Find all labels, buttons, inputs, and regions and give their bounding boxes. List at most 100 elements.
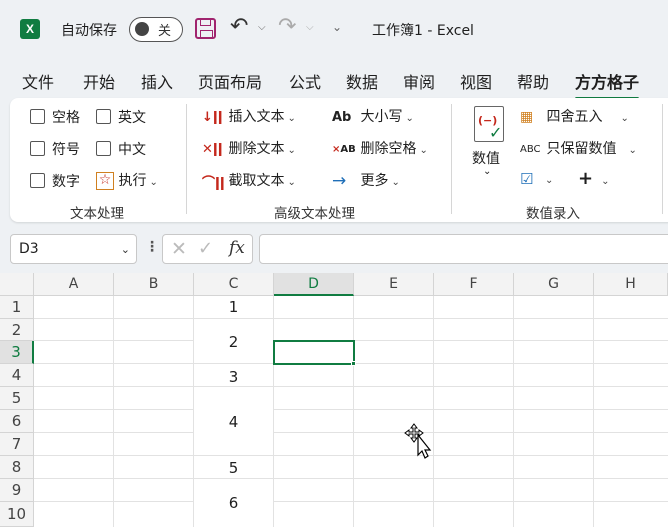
insert-text-icon: ↓ǀǀ — [202, 109, 223, 125]
redo-dropdown-chevron-icon[interactable]: ⌵ — [306, 22, 314, 33]
tab-data[interactable]: 数据 — [346, 69, 378, 93]
more-button[interactable]: → 更多 ⌄ — [332, 170, 400, 191]
advanced-text-group-label: 高级文本处理 — [274, 206, 355, 222]
value-button[interactable]: (−) ✓ 数值 ⌄ — [469, 106, 511, 186]
chevron-down-icon[interactable]: ⌄ — [121, 243, 130, 256]
chevron-down-icon: ⌄ — [287, 113, 296, 124]
chevron-down-icon: ⌄ — [287, 177, 296, 188]
autosave-state: 关 — [158, 24, 172, 39]
formula-actions: ✕ ✓ fx — [162, 234, 253, 264]
ribbon-panel: 空格 英文 符号 中文 数字 ☆ 执行 ⌄ 文本处理 ↓ǀǀ 插入文本 ⌄ ✕ǀǀ … — [10, 98, 668, 222]
tab-formulas[interactable]: 公式 — [289, 69, 321, 93]
rounding-button[interactable]: ▦ 四舍五入 ⌄ — [520, 106, 629, 126]
chevron-down-icon: ⌄ — [391, 177, 400, 188]
column-header-d[interactable]: D — [274, 273, 354, 296]
chinese-checkbox[interactable] — [96, 141, 111, 156]
row-header-2[interactable]: 2 — [0, 319, 34, 341]
row-header-7[interactable]: 7 — [0, 433, 34, 456]
spreadsheet-grid[interactable]: A B C D E F G H 1 2 3 4 5 6 7 8 9 10 1 2… — [0, 273, 668, 527]
tab-help[interactable]: 帮助 — [517, 69, 549, 93]
space-checkbox[interactable] — [30, 109, 45, 124]
plus-button[interactable]: + ⌄ — [578, 168, 609, 189]
column-header-c[interactable]: C — [194, 273, 274, 296]
customize-toolbar-icon[interactable]: ⌄ — [332, 20, 342, 34]
redo-icon[interactable]: ↷ — [278, 14, 296, 39]
cell-c4[interactable]: 4 — [194, 413, 273, 431]
chevron-down-icon: ⌄ — [483, 166, 492, 177]
formula-input[interactable] — [259, 234, 668, 264]
tab-fangfanggezi[interactable]: 方方格子 — [575, 69, 640, 100]
case-button[interactable]: Ab 大小写 ⌄ — [332, 106, 414, 126]
symbol-checkbox[interactable] — [30, 141, 45, 156]
grid-line — [34, 340, 193, 341]
row-header-4[interactable]: 4 — [0, 364, 34, 387]
autosave-toggle[interactable]: 关 — [129, 17, 183, 42]
cell-c1[interactable]: 1 — [194, 298, 273, 316]
column-header-a[interactable]: A — [34, 273, 114, 296]
tab-file[interactable]: 文件 — [22, 69, 54, 93]
remove-spaces-button[interactable]: ×AB 删除空格 ⌄ — [332, 138, 428, 158]
column-header-b[interactable]: B — [114, 273, 194, 296]
number-entry-group-label: 数值录入 — [526, 206, 580, 222]
chevron-down-icon: ⌄ — [287, 145, 296, 156]
save-icon[interactable] — [195, 18, 216, 39]
cell-c5[interactable]: 5 — [194, 459, 273, 477]
insert-text-button[interactable]: ↓ǀǀ 插入文本 ⌄ — [202, 106, 296, 126]
keep-values-label: 只保留数值 — [546, 141, 617, 157]
delete-text-button[interactable]: ✕ǀǀ 删除文本 ⌄ — [202, 138, 296, 158]
undo-dropdown-chevron-icon[interactable]: ⌵ — [258, 22, 266, 33]
select-all-corner[interactable] — [0, 273, 34, 296]
enter-check-icon[interactable]: ✓ — [198, 238, 213, 259]
cell-c6[interactable]: 6 — [194, 494, 273, 512]
name-box[interactable]: D3 ⌄ — [10, 234, 137, 264]
group-divider — [186, 104, 187, 214]
remove-spaces-label: 删除空格 — [360, 141, 417, 157]
ribbon-tabs: 文件 开始 插入 页面布局 公式 数据 审阅 视图 帮助 方方格子 — [0, 64, 668, 100]
edit-list-button[interactable]: ☑ ⌄ — [520, 170, 553, 188]
row-header-3[interactable]: 3 — [0, 341, 34, 364]
space-label: 空格 — [52, 110, 80, 126]
tab-review[interactable]: 审阅 — [403, 69, 435, 93]
active-cell-d3[interactable] — [273, 340, 355, 365]
plus-icon: + — [578, 168, 594, 189]
insert-function-icon[interactable]: fx — [229, 238, 245, 258]
cancel-icon[interactable]: ✕ — [171, 238, 187, 260]
number-checkbox[interactable] — [30, 173, 45, 188]
keep-values-button[interactable]: ABC 只保留数值 ⌄ — [520, 138, 637, 158]
grid-line — [274, 501, 668, 502]
row-header-5[interactable]: 5 — [0, 387, 34, 410]
more-options-icon[interactable]: ⋮ — [145, 239, 159, 255]
cell-c3[interactable]: 3 — [194, 368, 273, 386]
execute-button[interactable]: ☆ 执行 ⌄ — [96, 170, 158, 190]
column-header-h[interactable]: H — [594, 273, 668, 296]
row-header-9[interactable]: 9 — [0, 479, 34, 502]
tab-home[interactable]: 开始 — [83, 69, 115, 93]
chevron-down-icon: ⌄ — [620, 113, 629, 124]
extract-text-button[interactable]: ⌒ǀǀ 截取文本 ⌄ — [202, 170, 296, 191]
chevron-down-icon: ⌄ — [149, 177, 158, 188]
excel-logo-icon: X — [20, 19, 40, 39]
row-header-10[interactable]: 10 — [0, 502, 34, 527]
cell-c2[interactable]: 2 — [194, 333, 273, 351]
tab-page-layout[interactable]: 页面布局 — [198, 69, 262, 93]
grid-line — [274, 409, 668, 410]
grid-line — [274, 432, 668, 433]
row-header-6[interactable]: 6 — [0, 410, 34, 433]
row-header-8[interactable]: 8 — [0, 456, 34, 479]
column-header-g[interactable]: G — [514, 273, 594, 296]
formula-bar: D3 ⌄ ⋮ ✕ ✓ fx — [0, 230, 668, 268]
english-checkbox[interactable] — [96, 109, 111, 124]
column-header-f[interactable]: F — [434, 273, 514, 296]
tab-insert[interactable]: 插入 — [141, 69, 173, 93]
fill-handle[interactable] — [351, 361, 356, 366]
delete-text-label: 删除文本 — [228, 141, 285, 157]
grid-line — [113, 296, 114, 527]
case-label: 大小写 — [360, 109, 403, 125]
undo-icon[interactable]: ↶ — [230, 14, 248, 39]
grid-line — [34, 409, 193, 410]
remove-spaces-icon-text: AB — [340, 143, 356, 155]
value-label: 数值 — [472, 151, 500, 167]
column-header-e[interactable]: E — [354, 273, 434, 296]
row-header-1[interactable]: 1 — [0, 296, 34, 319]
tab-view[interactable]: 视图 — [460, 69, 492, 93]
